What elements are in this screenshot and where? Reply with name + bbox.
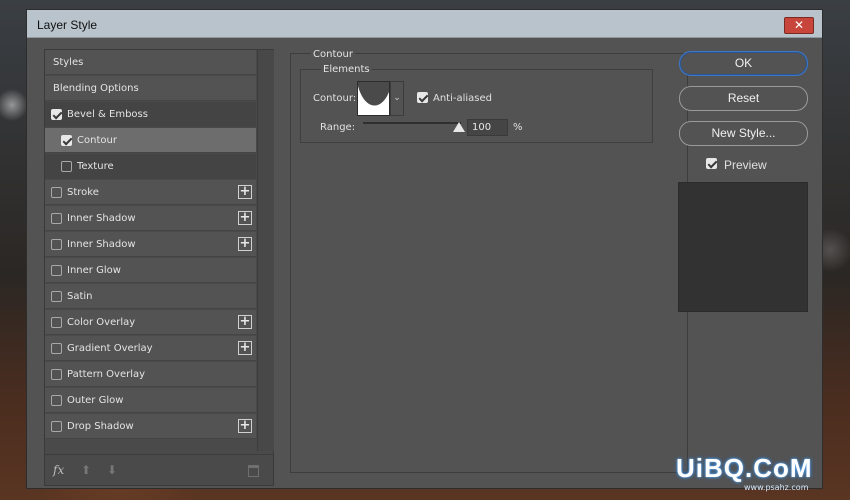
move-down-icon[interactable]: ⬇	[105, 463, 119, 477]
outer-glow-label: Outer Glow	[67, 395, 124, 406]
add-inner-shadow-button[interactable]: +	[238, 211, 252, 225]
range-slider-track[interactable]	[363, 122, 461, 124]
texture-label: Texture	[77, 161, 114, 172]
styles-list: Styles Blending Options Bevel & Emboss C…	[44, 49, 274, 486]
range-input[interactable]: 100	[467, 119, 508, 136]
inner-glow-checkbox[interactable]	[51, 265, 62, 276]
bevel-emboss-checkbox[interactable]	[51, 109, 62, 120]
watermark-logo: UiBQ.CoM	[676, 453, 813, 483]
styles-item[interactable]: Styles	[45, 50, 256, 75]
add-inner-shadow-2-button[interactable]: +	[238, 237, 252, 251]
title-bar: Layer Style ✕	[27, 10, 822, 38]
gradient-overlay-item[interactable]: Gradient Overlay +	[45, 336, 256, 361]
contour-picker[interactable]	[357, 81, 390, 116]
color-overlay-item[interactable]: Color Overlay +	[45, 310, 256, 335]
outer-glow-checkbox[interactable]	[51, 395, 62, 406]
trash-icon[interactable]	[248, 465, 259, 477]
range-unit: %	[513, 122, 523, 133]
range-label: Range:	[320, 122, 356, 133]
drop-shadow-checkbox[interactable]	[51, 421, 62, 432]
inner-shadow-label: Inner Shadow	[67, 213, 136, 224]
styles-scrollbar[interactable]	[257, 50, 274, 451]
stroke-label: Stroke	[67, 187, 99, 198]
fx-icon[interactable]: fx	[53, 463, 64, 477]
anti-aliased-checkbox[interactable]	[417, 92, 428, 103]
drop-shadow-label: Drop Shadow	[67, 421, 134, 432]
contour-label: Contour	[77, 135, 117, 146]
bevel-emboss-label: Bevel & Emboss	[67, 109, 148, 120]
add-gradient-overlay-button[interactable]: +	[238, 341, 252, 355]
preview-checkbox[interactable]	[706, 158, 717, 169]
preview-label: Preview	[724, 158, 767, 172]
anti-aliased-label: Anti-aliased	[433, 93, 493, 104]
color-overlay-label: Color Overlay	[67, 317, 136, 328]
close-icon: ✕	[793, 18, 805, 32]
bevel-emboss-item[interactable]: Bevel & Emboss	[45, 102, 256, 127]
add-color-overlay-button[interactable]: +	[238, 315, 252, 329]
texture-item[interactable]: Texture	[45, 154, 256, 179]
close-button[interactable]: ✕	[784, 17, 814, 34]
contour-item[interactable]: Contour	[45, 128, 256, 153]
inner-shadow-2-checkbox[interactable]	[51, 239, 62, 250]
inner-shadow-checkbox[interactable]	[51, 213, 62, 224]
new-style-button[interactable]: New Style...	[679, 121, 808, 146]
ok-button[interactable]: OK	[679, 51, 808, 76]
add-stroke-button[interactable]: +	[238, 185, 252, 199]
contour-dropdown[interactable]: ⌄	[390, 81, 404, 116]
satin-label: Satin	[67, 291, 93, 302]
dialog-title: Layer Style	[37, 18, 98, 32]
add-drop-shadow-button[interactable]: +	[238, 419, 252, 433]
inner-shadow-item-2[interactable]: Inner Shadow +	[45, 232, 256, 257]
contour-checkbox[interactable]	[61, 135, 72, 146]
contour-curve-icon	[358, 82, 389, 106]
layer-style-dialog: Layer Style ✕ Styles Blending Options Be…	[26, 9, 823, 489]
gradient-overlay-label: Gradient Overlay	[67, 343, 153, 354]
move-up-icon[interactable]: ⬆	[79, 463, 93, 477]
texture-checkbox[interactable]	[61, 161, 72, 172]
stroke-checkbox[interactable]	[51, 187, 62, 198]
pattern-overlay-checkbox[interactable]	[51, 369, 62, 380]
contour-field-label: Contour:	[313, 93, 357, 104]
inner-glow-item[interactable]: Inner Glow	[45, 258, 256, 283]
range-slider-thumb[interactable]	[453, 122, 465, 132]
blending-options-item[interactable]: Blending Options	[45, 76, 256, 101]
color-overlay-checkbox[interactable]	[51, 317, 62, 328]
satin-checkbox[interactable]	[51, 291, 62, 302]
drop-shadow-item[interactable]: Drop Shadow +	[45, 414, 256, 439]
satin-item[interactable]: Satin	[45, 284, 256, 309]
chevron-down-icon: ⌄	[393, 93, 401, 103]
preview-swatch	[678, 182, 808, 312]
inner-glow-label: Inner Glow	[67, 265, 121, 276]
inner-shadow-2-label: Inner Shadow	[67, 239, 136, 250]
reset-button[interactable]: Reset	[679, 86, 808, 111]
blending-options-label: Blending Options	[53, 83, 139, 94]
watermark-url: www.psahz.com	[744, 483, 809, 492]
pattern-overlay-label: Pattern Overlay	[67, 369, 146, 380]
gradient-overlay-checkbox[interactable]	[51, 343, 62, 354]
elements-group-title: Elements	[321, 64, 372, 75]
styles-footer: fx ⬆ ⬇	[45, 454, 273, 486]
styles-item-label: Styles	[53, 57, 84, 68]
inner-shadow-item[interactable]: Inner Shadow +	[45, 206, 256, 231]
pattern-overlay-item[interactable]: Pattern Overlay	[45, 362, 256, 387]
outer-glow-item[interactable]: Outer Glow	[45, 388, 256, 413]
contour-group-title: Contour	[311, 49, 355, 60]
stroke-item[interactable]: Stroke +	[45, 180, 256, 205]
